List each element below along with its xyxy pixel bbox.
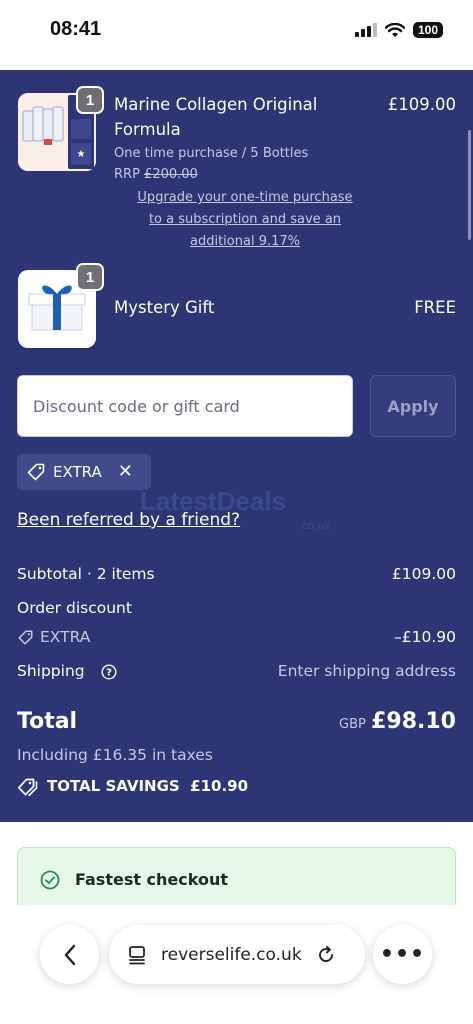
savings-value: £10.90 [190, 777, 249, 795]
battery-icon: 100 [412, 22, 443, 38]
back-button[interactable] [40, 925, 99, 984]
remove-discount-close-icon[interactable]: ✕ [118, 463, 133, 481]
purchase-type: One time purchase / 5 Bottles [114, 146, 309, 161]
wifi-icon [384, 22, 405, 37]
quantity-badge: 1 [76, 263, 104, 291]
shipping-label: Shipping [17, 662, 85, 680]
more-icon: ••• [379, 942, 426, 967]
address-bar[interactable]: reverselife.co.uk [109, 925, 365, 984]
savings-tag-icon [18, 778, 38, 796]
svg-text:?: ? [106, 668, 112, 679]
help-circle-icon[interactable]: ? [101, 664, 117, 680]
total-value: £98.10 [371, 709, 456, 734]
taxes-note: Including £16.35 in taxes [17, 746, 213, 764]
browser-toolbar: reverselife.co.uk ••• [0, 905, 473, 1024]
scrollbar[interactable] [468, 130, 471, 240]
product-name: Mystery Gift [114, 298, 215, 317]
check-circle-icon [40, 870, 60, 890]
applied-code: EXTRA [53, 463, 102, 481]
status-time: 08:41 [50, 18, 102, 40]
tabs-icon [129, 945, 145, 964]
watermark-sub: .co.uk [298, 519, 331, 532]
status-icons: 100 [354, 22, 443, 38]
signal-icon [354, 23, 377, 37]
upgrade-line-3[interactable]: additional 9.17% [110, 231, 380, 253]
more-options-button[interactable]: ••• [373, 925, 432, 984]
discount-value: –£10.90 [394, 628, 456, 646]
quantity-badge: 1 [76, 86, 104, 114]
tag-icon [27, 463, 45, 481]
order-discount-label: Order discount [17, 599, 132, 617]
savings-label: TOTAL SAVINGS [47, 777, 180, 795]
product-name-line2: Formula [114, 120, 181, 139]
rrp-label: RRP [114, 167, 140, 182]
product-name-line1: Marine Collagen Original [114, 95, 318, 114]
discount-code-label: EXTRA [40, 628, 91, 646]
product-price: £109.00 [387, 95, 456, 114]
fastest-checkout-label: Fastest checkout [75, 870, 229, 889]
upgrade-line-2[interactable]: to a subscription and save an [110, 209, 380, 231]
rrp: RRP £200.00 [114, 167, 198, 182]
referral-link[interactable]: Been referred by a friend? [17, 510, 240, 530]
product-price: FREE [414, 298, 456, 317]
url-text[interactable]: reverselife.co.uk [161, 945, 302, 965]
total-label: Total [17, 709, 78, 734]
status-bar: 08:41 100 [0, 0, 473, 58]
subtotal-value: £109.00 [391, 565, 456, 583]
shipping-value: Enter shipping address [277, 662, 456, 680]
discount-code-input[interactable]: Discount code or gift card [17, 375, 353, 437]
total-savings: TOTAL SAVINGS £10.90 [47, 777, 248, 795]
tag-icon [18, 630, 33, 645]
upgrade-line-1[interactable]: Upgrade your one-time purchase [110, 187, 380, 209]
back-chevron-icon [64, 944, 75, 965]
rrp-value: £200.00 [144, 167, 198, 182]
reload-icon[interactable] [316, 945, 336, 965]
apply-discount-button[interactable]: Apply [370, 375, 456, 437]
svg-text:★: ★ [77, 149, 86, 160]
subtotal-label: Subtotal · 2 items [17, 565, 155, 583]
applied-discount-chip: EXTRA ✕ [17, 454, 151, 490]
currency-code: GBP [339, 717, 366, 732]
upgrade-subscription-link[interactable]: Upgrade your one-time purchase to a subs… [110, 187, 380, 253]
